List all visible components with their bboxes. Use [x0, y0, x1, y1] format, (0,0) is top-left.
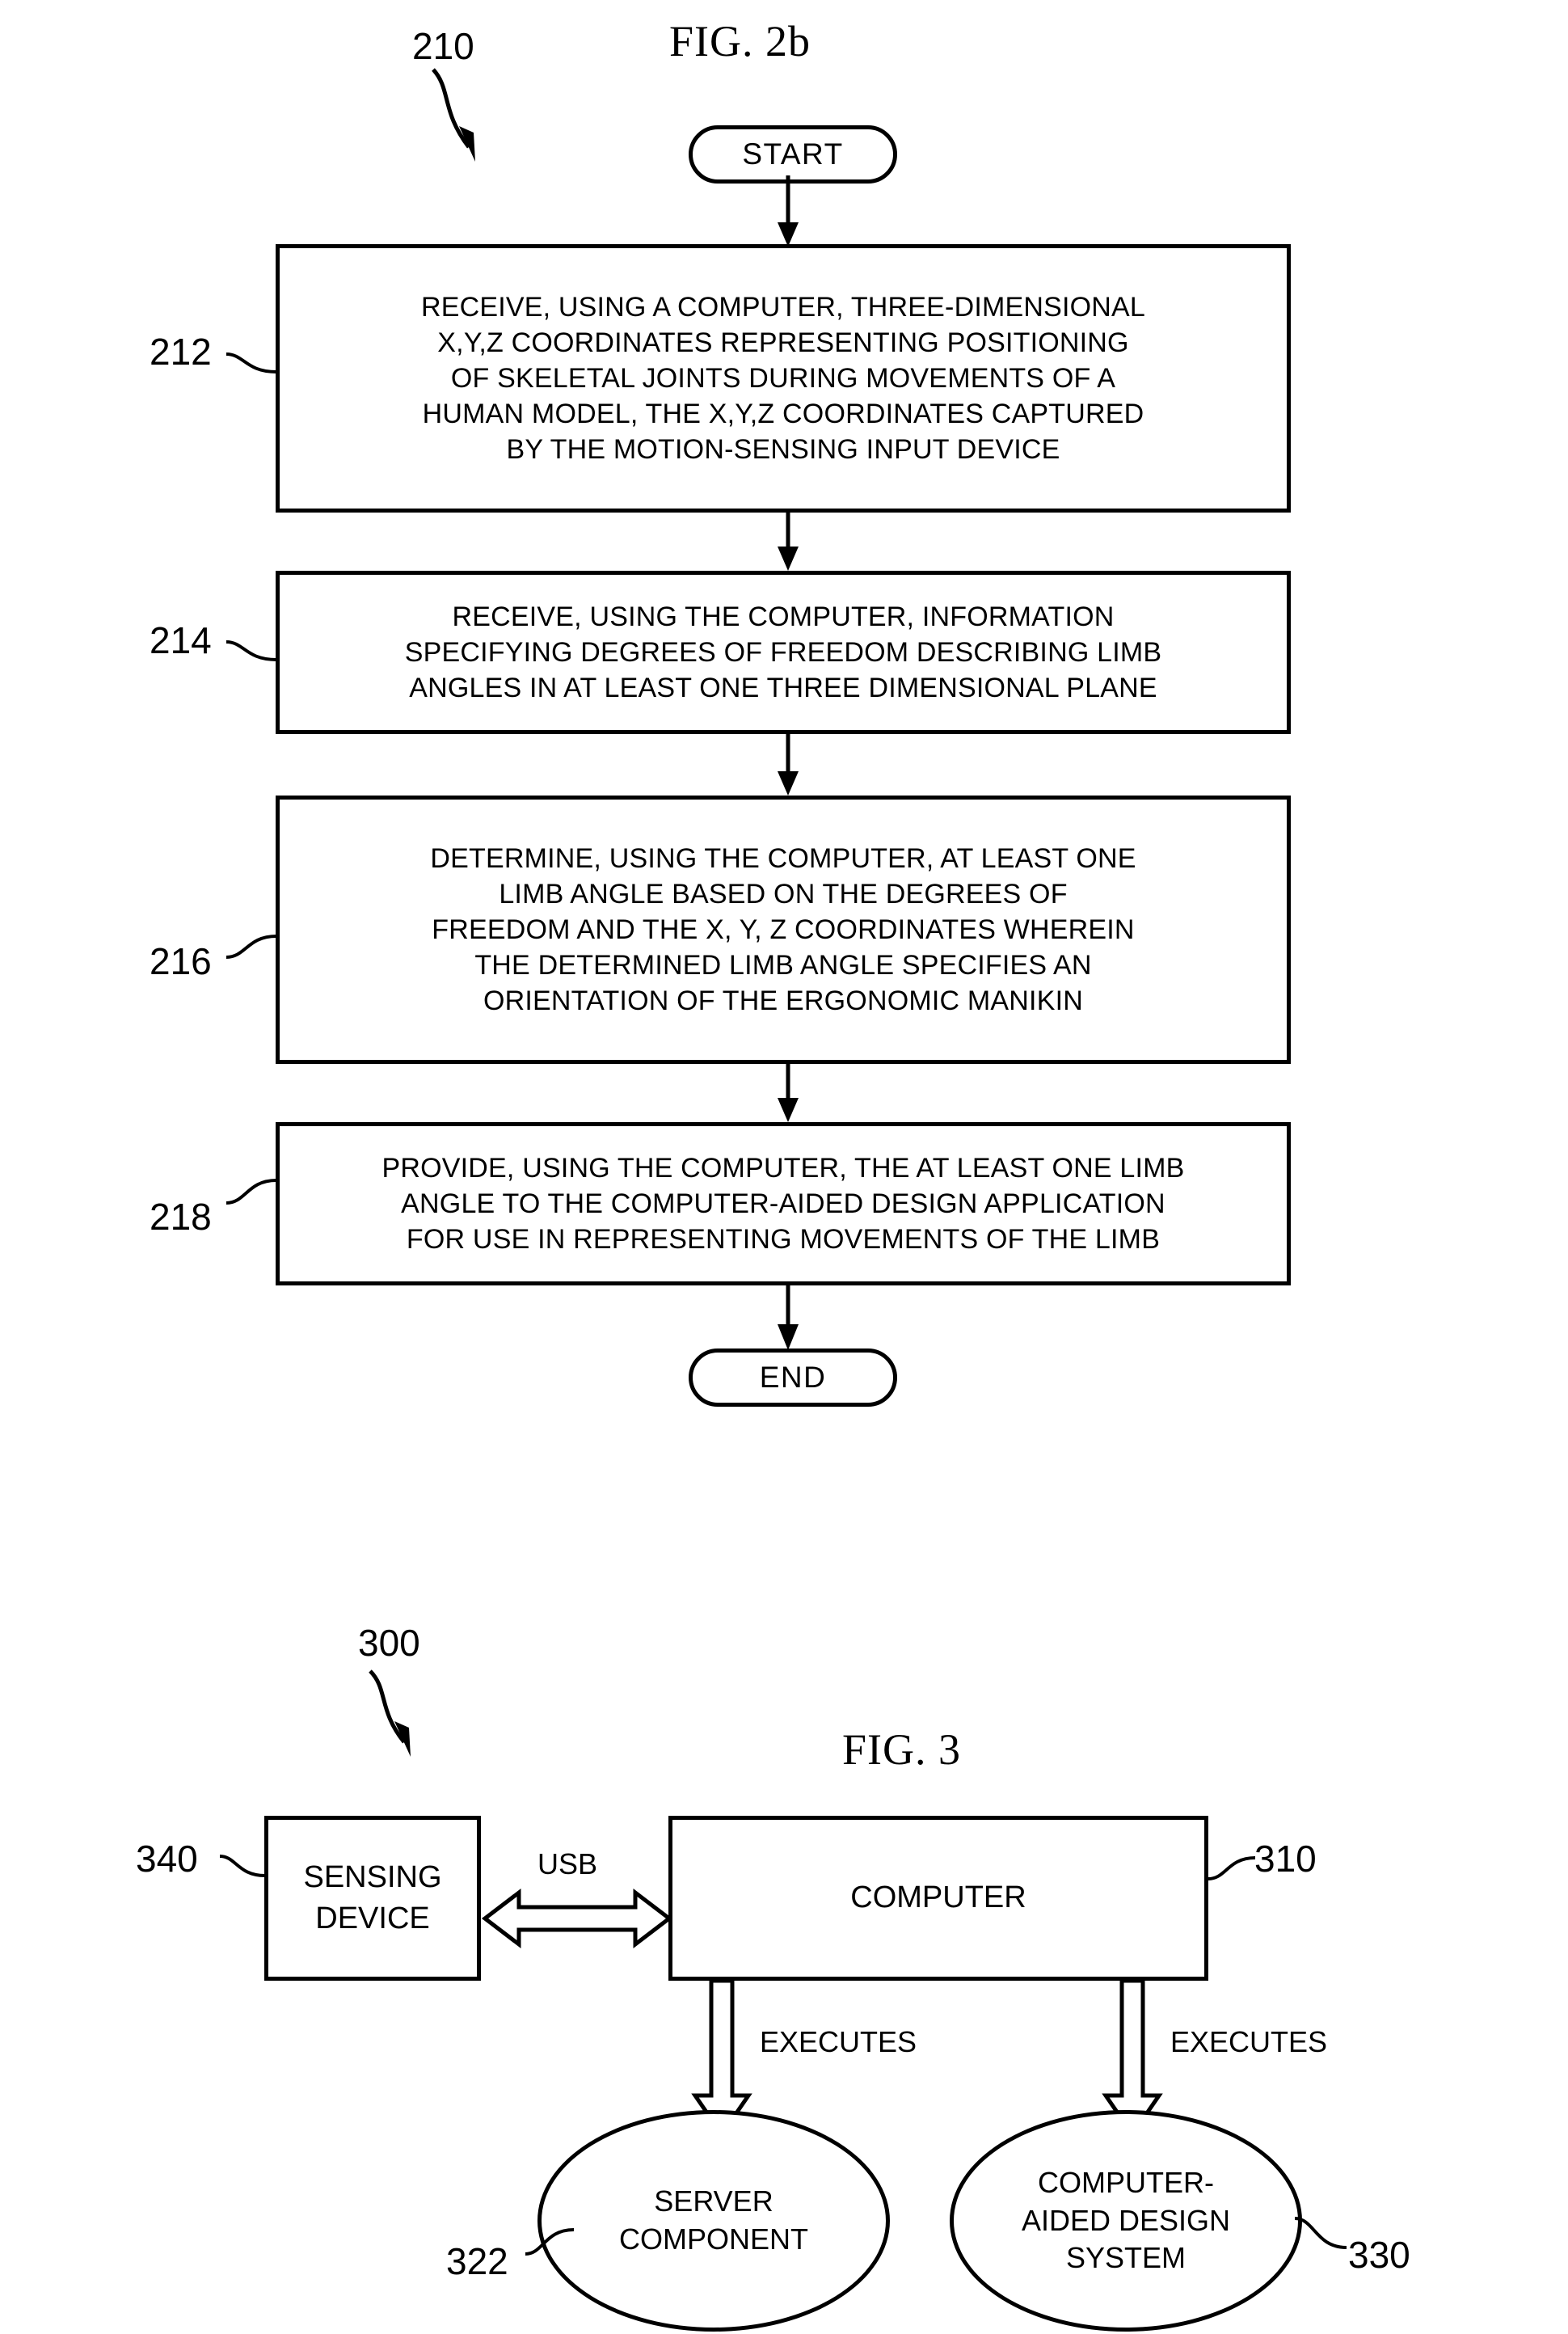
- flow-arrow-212-to-214-icon: [778, 513, 799, 571]
- reference-numeral-216: 216: [150, 940, 212, 982]
- process-box-216: DETERMINE, USING THE COMPUTER, AT LEAST …: [276, 796, 1291, 1064]
- leader-line-214-icon: [226, 640, 277, 661]
- reference-numeral-340: 340: [136, 1838, 198, 1880]
- server-component-label: SERVER COMPONENT: [619, 2184, 808, 2256]
- reference-numeral-214: 214: [150, 619, 212, 661]
- figure-title-3: FIG. 3: [842, 1725, 962, 1774]
- computer-label: COMPUTER: [850, 1880, 1026, 1915]
- lead-arrow-300-icon: [369, 1669, 411, 1757]
- leader-line-218-icon: [226, 1179, 277, 1205]
- reference-numeral-310: 310: [1254, 1838, 1317, 1880]
- flow-arrow-214-to-216-icon: [778, 734, 799, 796]
- process-box-216-text: DETERMINE, USING THE COMPUTER, AT LEAST …: [430, 842, 1136, 1017]
- leader-line-310-icon: [1208, 1856, 1256, 1880]
- process-box-212-text: RECEIVE, USING A COMPUTER, THREE-DIMENSI…: [420, 291, 1146, 466]
- executes-right-label: EXECUTES: [1170, 2025, 1328, 2058]
- process-box-214: RECEIVE, USING THE COMPUTER, INFORMATION…: [276, 571, 1291, 734]
- reference-numeral-330: 330: [1348, 2234, 1410, 2276]
- end-terminator: END: [689, 1348, 897, 1407]
- leader-line-212-icon: [226, 352, 277, 374]
- end-label: END: [759, 1361, 827, 1394]
- leader-line-216-icon: [226, 935, 277, 959]
- leader-line-340-icon: [219, 1855, 266, 1877]
- flow-arrow-216-to-218-icon: [778, 1064, 799, 1122]
- process-box-218-text: PROVIDE, USING THE COMPUTER, THE AT LEAS…: [381, 1152, 1185, 1256]
- lead-arrow-210-icon: [432, 68, 475, 162]
- reference-numeral-322: 322: [446, 2240, 508, 2282]
- executes-left-label: EXECUTES: [760, 2025, 917, 2058]
- sensing-device-label: SENSING DEVICE: [303, 1859, 442, 1935]
- reference-numeral-212: 212: [150, 331, 212, 373]
- cad-system-label: COMPUTER- AIDED DESIGN SYSTEM: [1021, 2165, 1231, 2275]
- leader-line-322-icon: [525, 2228, 575, 2256]
- server-component-ellipse: SERVER COMPONENT: [537, 2110, 890, 2332]
- patent-drawing-sheet: FIG. 2b 210 START 212 RECEIVE, USING A C…: [0, 0, 1568, 2334]
- flow-arrow-218-to-end-icon: [778, 1285, 799, 1350]
- figure-title-2b: FIG. 2b: [669, 17, 811, 65]
- start-label: START: [742, 137, 844, 171]
- process-box-214-text: RECEIVE, USING THE COMPUTER, INFORMATION…: [404, 601, 1162, 704]
- sensing-device-block: SENSING DEVICE: [264, 1816, 481, 1981]
- computer-block: COMPUTER: [668, 1816, 1208, 1981]
- usb-connection-label: USB: [537, 1847, 598, 1880]
- reference-numeral-300: 300: [358, 1622, 420, 1664]
- process-box-212: RECEIVE, USING A COMPUTER, THREE-DIMENSI…: [276, 244, 1291, 513]
- usb-double-arrow-icon: [481, 1888, 673, 1949]
- leader-line-330-icon: [1294, 2217, 1347, 2249]
- process-box-218: PROVIDE, USING THE COMPUTER, THE AT LEAS…: [276, 1122, 1291, 1285]
- reference-numeral-210: 210: [412, 25, 474, 67]
- cad-system-ellipse: COMPUTER- AIDED DESIGN SYSTEM: [950, 2110, 1302, 2332]
- flow-arrow-start-to-212-icon: [778, 175, 799, 247]
- reference-numeral-218: 218: [150, 1196, 212, 1238]
